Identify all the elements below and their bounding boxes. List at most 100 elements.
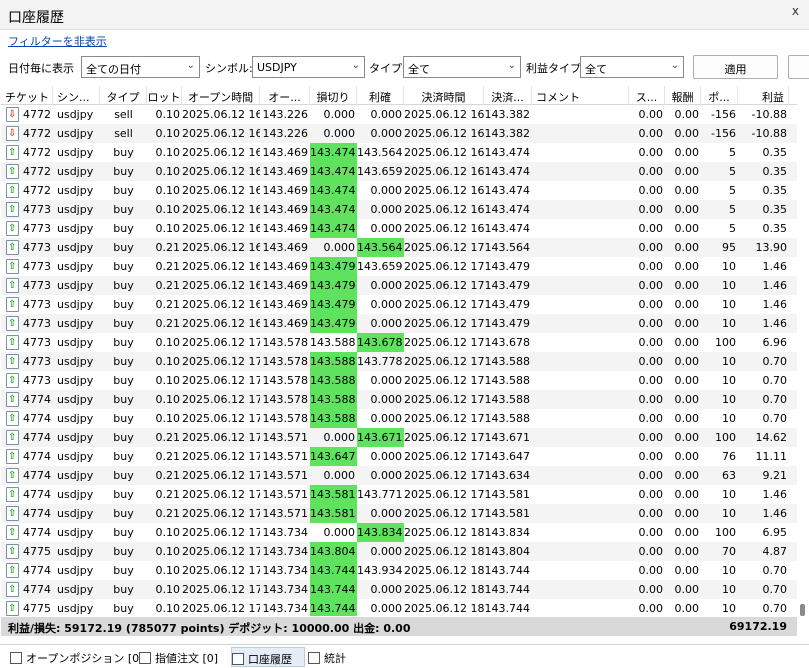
- type-cell: buy: [113, 507, 134, 520]
- profit-cell: 1.46: [762, 279, 788, 292]
- open-price-cell: 143.469: [262, 241, 309, 254]
- stop-loss-cell: 143.588: [310, 336, 356, 349]
- open-price-cell: 143.571: [262, 507, 309, 520]
- lots-cell: 0.10: [155, 203, 181, 216]
- column-header-commission[interactable]: 報酬: [665, 86, 701, 105]
- close-icon[interactable]: x: [792, 4, 799, 18]
- swap-cell: 0.00: [638, 279, 664, 292]
- type-cell: buy: [113, 374, 134, 387]
- column-header-symbol[interactable]: シン...: [53, 86, 100, 105]
- table-row[interactable]: ⇧ 4773 usdjpy buy 0.212025.06.12 16:59143.46…: [1, 238, 797, 257]
- scrollbar-thumb[interactable]: [800, 604, 805, 616]
- column-header-open-price[interactable]: オー...: [260, 86, 310, 105]
- tab-open-positions[interactable]: オープンポジション [0]: [10, 647, 143, 667]
- apply-button[interactable]: 適用: [693, 55, 778, 79]
- column-header-points[interactable]: ポ...: [701, 86, 738, 105]
- table-row[interactable]: ⇧ 4774 usdjpy buy 0.102025.06.12 17:59143.73…: [1, 561, 797, 580]
- close-price-cell: 143.647: [484, 450, 531, 463]
- table-row[interactable]: ⇧ 4772 usdjpy buy 0.102025.06.12 16:54143.46…: [1, 143, 797, 162]
- table-row[interactable]: ⇩ 4772 usdjpy sell 0.102025.06.12 16:44143.2…: [1, 105, 797, 124]
- column-header-ticket[interactable]: チケット: [1, 86, 53, 105]
- table-row[interactable]: ⇧ 4773 usdjpy buy 0.212025.06.12 16:59143.46…: [1, 314, 797, 333]
- ticket-cell: ⇧ 4773: [1, 238, 53, 257]
- table-row[interactable]: ⇧ 4774 usdjpy buy 0.212025.06.12 17:24143.57…: [1, 504, 797, 523]
- profit-type-filter-select[interactable]: 全て ⌄: [580, 56, 684, 78]
- ticket-text: 4773: [23, 355, 51, 368]
- table-row[interactable]: ⇧ 4775 usdjpy buy 0.102025.06.12 17:59143.73…: [1, 599, 797, 616]
- column-header-close-price[interactable]: 決済...: [484, 86, 532, 105]
- profit-cell: 0.70: [762, 602, 788, 615]
- column-header-swap[interactable]: ス...: [629, 86, 665, 105]
- symbol-cell: usdjpy: [57, 526, 94, 539]
- ticket-cell: ⇧ 4773: [1, 314, 53, 333]
- table-row[interactable]: ⇧ 4773 usdjpy buy 0.102025.06.12 16:54143.46…: [1, 219, 797, 238]
- table-row[interactable]: ⇧ 4773 usdjpy buy 0.102025.06.12 17:15143.57…: [1, 371, 797, 390]
- ticket-cell: ⇧ 4773: [1, 333, 53, 352]
- table-row[interactable]: ⇧ 4773 usdjpy buy 0.212025.06.12 16:59143.46…: [1, 276, 797, 295]
- ticket-text: 4773: [23, 298, 51, 311]
- table-row[interactable]: ⇧ 4773 usdjpy buy 0.102025.06.12 17:15143.57…: [1, 352, 797, 371]
- table-row[interactable]: ⇧ 4773 usdjpy buy 0.212025.06.12 16:59143.46…: [1, 295, 797, 314]
- extra-button[interactable]: [788, 55, 809, 79]
- column-header-type[interactable]: タイプ: [100, 86, 147, 105]
- date-filter-value: 全ての日付: [86, 63, 141, 76]
- profit-cell: -10.88: [751, 108, 787, 121]
- table-row[interactable]: ⇧ 4774 usdjpy buy 0.102025.06.12 17:59143.73…: [1, 580, 797, 599]
- table-row[interactable]: ⇧ 4772 usdjpy buy 0.102025.06.12 16:54143.46…: [1, 162, 797, 181]
- lots-cell: 0.10: [155, 108, 181, 121]
- table-row[interactable]: ⇧ 4773 usdjpy buy 0.102025.06.12 16:54143.46…: [1, 200, 797, 219]
- symbol-filter-select[interactable]: USDJPY ⌄: [252, 56, 365, 78]
- ticket-cell: ⇧ 4774: [1, 561, 53, 580]
- ticket-text: 4774: [23, 488, 51, 501]
- column-header-take-profit[interactable]: 利確: [357, 86, 404, 105]
- column-header-open-time[interactable]: オープン時間: [182, 86, 260, 105]
- table-row[interactable]: ⇧ 4772 usdjpy buy 0.102025.06.12 16:54143.46…: [1, 181, 797, 200]
- vertical-scrollbar[interactable]: [797, 86, 808, 616]
- tab-account-history[interactable]: 口座履歴: [231, 647, 305, 667]
- symbol-cell: usdjpy: [57, 241, 94, 254]
- open-positions-icon: [10, 652, 22, 664]
- column-header-profit[interactable]: 利益: [738, 86, 789, 105]
- column-header-stop-loss[interactable]: 損切り: [310, 86, 357, 105]
- up-arrow-icon: ⇧: [6, 411, 19, 426]
- table-row[interactable]: ⇧ 4774 usdjpy buy 0.102025.06.12 17:59143.73…: [1, 523, 797, 542]
- tab-statistics[interactable]: 統計: [308, 647, 358, 667]
- hide-filter-link[interactable]: フィルターを非表示: [8, 33, 107, 49]
- table-row[interactable]: ⇧ 4773 usdjpy buy 0.102025.06.12 17:15143.57…: [1, 333, 797, 352]
- table-row[interactable]: ⇧ 4774 usdjpy buy 0.102025.06.12 17:15143.57…: [1, 390, 797, 409]
- table-row[interactable]: ⇧ 4774 usdjpy buy 0.212025.06.12 17:24143.57…: [1, 428, 797, 447]
- take-profit-cell: 143.564: [357, 238, 404, 257]
- table-row[interactable]: ⇧ 4774 usdjpy buy 0.102025.06.12 17:15143.57…: [1, 409, 797, 428]
- commission-cell: 0.00: [674, 260, 700, 273]
- stop-loss-cell: 143.588: [310, 371, 357, 390]
- column-header-comment[interactable]: コメント: [532, 86, 629, 105]
- table-row[interactable]: ⇧ 4773 usdjpy buy 0.212025.06.12 16:59143.46…: [1, 257, 797, 276]
- stop-loss-cell: 143.581: [310, 485, 357, 504]
- swap-cell: 0.00: [638, 222, 664, 235]
- tab-pending-orders[interactable]: 指値注文 [0]: [139, 647, 227, 667]
- type-cell: buy: [113, 545, 134, 558]
- symbol-cell: usdjpy: [57, 450, 94, 463]
- type-filter-select[interactable]: 全て ⌄: [403, 56, 521, 78]
- ticket-text: 4774: [23, 412, 51, 425]
- table-row[interactable]: ⇧ 4774 usdjpy buy 0.212025.06.12 17:24143.57…: [1, 466, 797, 485]
- table-row[interactable]: ⇧ 4774 usdjpy buy 0.212025.06.12 17:24143.57…: [1, 447, 797, 466]
- table-row[interactable]: ⇧ 4775 usdjpy buy 0.102025.06.12 17:59143.73…: [1, 542, 797, 561]
- column-header-lots[interactable]: ロット: [147, 86, 182, 105]
- close-time-cell: 2025.06.12 18:19: [404, 545, 484, 558]
- commission-cell: 0.00: [674, 127, 700, 140]
- close-time-cell: 2025.06.12 17:21: [404, 336, 484, 349]
- table-row[interactable]: ⇩ 4772 usdjpy sell 0.102025.06.12 16:44143.2…: [1, 124, 797, 143]
- open-price-cell: 143.734: [262, 602, 309, 615]
- profit-cell: 0.70: [762, 564, 788, 577]
- table-row[interactable]: ⇧ 4774 usdjpy buy 0.212025.06.12 17:24143.57…: [1, 485, 797, 504]
- ticket-text: 4773: [23, 222, 51, 235]
- symbol-cell: usdjpy: [57, 469, 94, 482]
- swap-cell: 0.00: [638, 165, 664, 178]
- column-header-close-time[interactable]: 決済時間: [404, 86, 484, 105]
- ticket-text: 4775: [23, 602, 51, 615]
- up-arrow-icon: ⇧: [6, 563, 19, 578]
- date-filter-select[interactable]: 全ての日付 ⌄: [81, 56, 200, 78]
- lots-cell: 0.10: [155, 146, 181, 159]
- close-time-cell: 2025.06.12 18:04: [404, 526, 484, 539]
